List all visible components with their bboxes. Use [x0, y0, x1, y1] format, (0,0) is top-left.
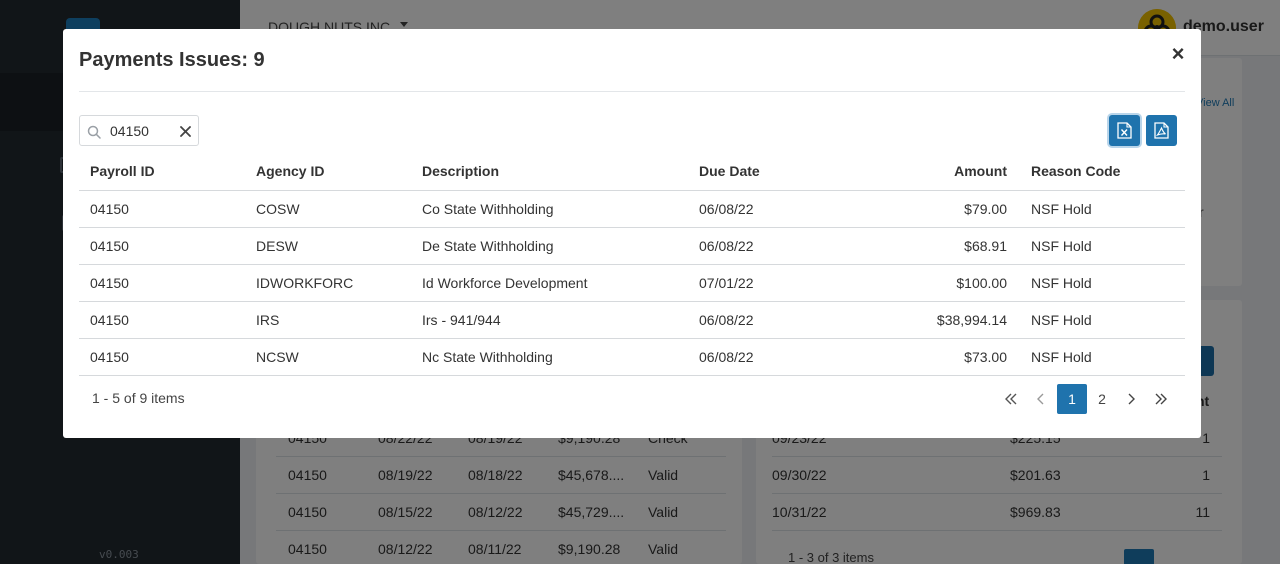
cell-reason-code: NSF Hold: [1031, 275, 1092, 291]
cell-due-date: 06/08/22: [699, 312, 754, 328]
first-page-button[interactable]: [996, 384, 1026, 414]
table-header: Payroll ID Agency ID Description Due Dat…: [79, 153, 1185, 191]
column-header-description[interactable]: Description: [422, 163, 499, 179]
cell-agency-id: IRS: [256, 312, 280, 328]
table-row[interactable]: 04150 IRS Irs - 941/944 06/08/22 $38,994…: [79, 302, 1185, 339]
cell-agency-id: COSW: [256, 201, 300, 217]
cell-description: Id Workforce Development: [422, 275, 588, 291]
cell-reason-code: NSF Hold: [1031, 238, 1092, 254]
table-row[interactable]: 04150 COSW Co State Withholding 06/08/22…: [79, 191, 1185, 228]
close-button[interactable]: ×: [1169, 43, 1187, 65]
cell-reason-code: NSF Hold: [1031, 349, 1092, 365]
pager-info: 1 - 5 of 9 items: [92, 390, 185, 406]
divider: [79, 91, 1185, 92]
cell-amount: $79.00: [964, 201, 1007, 217]
cell-due-date: 06/08/22: [699, 238, 754, 254]
cell-due-date: 07/01/22: [699, 275, 754, 291]
cell-payroll-id: 04150: [90, 238, 129, 254]
table-row[interactable]: 04150 DESW De State Withholding 06/08/22…: [79, 228, 1185, 265]
cell-due-date: 06/08/22: [699, 349, 754, 365]
double-chevron-left-icon: [1005, 393, 1017, 405]
excel-file-icon: [1117, 122, 1132, 139]
cell-reason-code: NSF Hold: [1031, 201, 1092, 217]
column-header-payroll-id[interactable]: Payroll ID: [90, 163, 155, 179]
cell-payroll-id: 04150: [90, 349, 129, 365]
column-header-agency-id[interactable]: Agency ID: [256, 163, 324, 179]
prev-page-button[interactable]: [1026, 384, 1056, 414]
cell-payroll-id: 04150: [90, 312, 129, 328]
payment-issues-dialog: Payments Issues: 9 × Payroll ID Agency: [63, 29, 1201, 438]
cell-payroll-id: 04150: [90, 275, 129, 291]
cell-payroll-id: 04150: [90, 201, 129, 217]
dialog-title: Payments Issues: 9: [79, 49, 265, 71]
pdf-file-icon: [1154, 122, 1169, 139]
cell-amount: $68.91: [964, 238, 1007, 254]
cell-amount: $73.00: [964, 349, 1007, 365]
cell-due-date: 06/08/22: [699, 201, 754, 217]
page-button-1[interactable]: 1: [1057, 384, 1087, 414]
export-pdf-button[interactable]: [1146, 115, 1177, 146]
double-chevron-right-icon: [1155, 393, 1167, 405]
table-row[interactable]: 04150 IDWORKFORC Id Workforce Developmen…: [79, 265, 1185, 302]
cell-amount: $38,994.14: [936, 312, 1007, 328]
cell-agency-id: NCSW: [256, 349, 299, 365]
table-row[interactable]: 04150 NCSW Nc State Withholding 06/08/22…: [79, 339, 1185, 376]
column-header-amount[interactable]: Amount: [954, 163, 1007, 179]
cell-amount: $100.00: [956, 275, 1007, 291]
chevron-right-icon: [1128, 393, 1135, 405]
search-icon: [87, 125, 101, 139]
cell-reason-code: NSF Hold: [1031, 312, 1092, 328]
payment-issues-table: Payroll ID Agency ID Description Due Dat…: [79, 153, 1185, 376]
last-page-button[interactable]: [1146, 384, 1176, 414]
cell-description: De State Withholding: [422, 238, 554, 254]
column-header-due-date[interactable]: Due Date: [699, 163, 760, 179]
clear-icon[interactable]: [179, 125, 192, 138]
chevron-left-icon: [1037, 393, 1044, 405]
cell-description: Co State Withholding: [422, 201, 554, 217]
search-box[interactable]: [79, 115, 199, 146]
cell-description: Irs - 941/944: [422, 312, 501, 328]
next-page-button[interactable]: [1116, 384, 1146, 414]
export-excel-button[interactable]: [1109, 115, 1140, 146]
search-input[interactable]: [110, 121, 174, 141]
cell-agency-id: IDWORKFORC: [256, 275, 354, 291]
cell-agency-id: DESW: [256, 238, 298, 254]
page-button-2[interactable]: 2: [1087, 384, 1117, 414]
cell-description: Nc State Withholding: [422, 349, 553, 365]
column-header-reason-code[interactable]: Reason Code: [1031, 163, 1120, 179]
